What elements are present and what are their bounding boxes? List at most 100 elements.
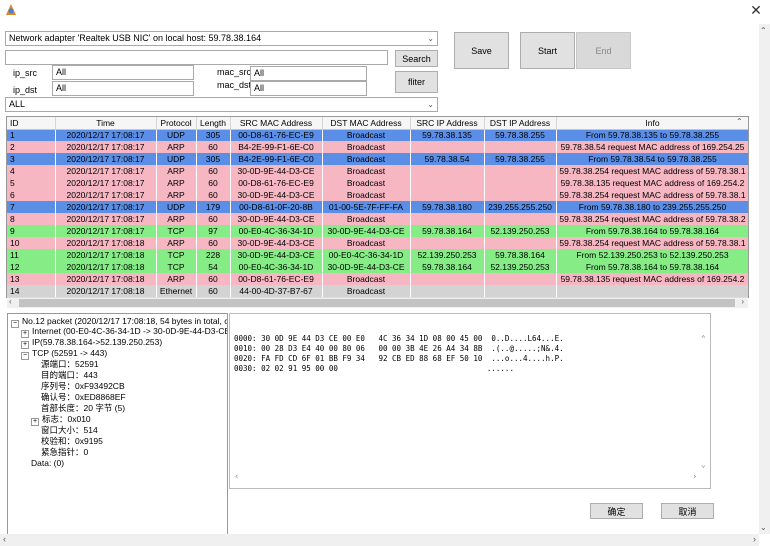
column-header[interactable]: Time: [55, 117, 157, 130]
scroll-left-icon[interactable]: ‹: [3, 534, 6, 544]
tree-window[interactable]: 窗口大小：514: [41, 425, 98, 435]
table-row[interactable]: 1 2020/12/17 17:08:17 UDP 305 00-D8-61-76-EC…: [7, 129, 748, 141]
column-header[interactable]: Info: [556, 117, 748, 130]
table-cell: 59.78.38.254 request MAC address of 59.7…: [556, 165, 748, 177]
table-cell: 228: [196, 249, 231, 261]
table-cell: 59.78.38.164: [410, 261, 485, 273]
column-header[interactable]: Length: [196, 117, 231, 130]
table-cell: 305: [196, 129, 231, 141]
table-cell: 2020/12/17 17:08:17: [55, 201, 157, 213]
ip-src-input[interactable]: All: [52, 65, 194, 80]
table-cell: [410, 273, 485, 285]
table-cell: 5: [7, 177, 56, 189]
window-horizontal-scrollbar[interactable]: ‹ ›: [0, 534, 759, 546]
table-cell: From 52.139.250.253 to 52.139.250.253: [556, 249, 748, 261]
table-row[interactable]: 9 2020/12/17 17:08:17 TCP 97 00-E0-4C-36-34-…: [7, 225, 748, 237]
scroll-right-icon[interactable]: ›: [753, 534, 756, 544]
adapter-select[interactable]: Network adapter 'Realtek USB NIC' on loc…: [5, 31, 438, 46]
hex-scroll-right-icon[interactable]: ›: [692, 472, 697, 482]
table-horizontal-scrollbar[interactable]: ‹ ›: [7, 297, 748, 308]
table-row[interactable]: 14 2020/12/17 17:08:18 Ethernet 60 44-00-4D-…: [7, 285, 748, 297]
table-cell: [484, 237, 557, 249]
table-scroll-up-icon[interactable]: ⌃: [736, 117, 743, 126]
table-cell: ARP: [156, 165, 197, 177]
table-row[interactable]: 10 2020/12/17 17:08:18 ARP 60 30-0D-9E-44-D3…: [7, 237, 748, 249]
table-row[interactable]: 8 2020/12/17 17:08:17 ARP 60 30-0D-9E-44-D3-…: [7, 213, 748, 225]
table-cell: 12: [7, 261, 56, 273]
table-cell: Broadcast: [322, 141, 411, 153]
collapse-icon[interactable]: −: [11, 320, 19, 328]
window-vertical-scrollbar[interactable]: ⌃ ⌄: [759, 24, 770, 534]
tree-data[interactable]: Data: (0): [31, 458, 64, 468]
tree-header-length[interactable]: 首部长度：20 字节 (5): [41, 403, 125, 413]
table-cell: 01-00-5E-7F-FF-FA: [322, 201, 411, 213]
table-row[interactable]: 5 2020/12/17 17:08:17 ARP 60 00-D8-61-76-EC-…: [7, 177, 748, 189]
collapse-icon[interactable]: −: [21, 352, 29, 360]
scroll-left-icon[interactable]: ‹: [9, 297, 12, 306]
tree-ack[interactable]: 确认号：0xED8868EF: [41, 392, 126, 402]
table-cell: ARP: [156, 177, 197, 189]
save-button[interactable]: Save: [454, 32, 509, 69]
tree-src-port[interactable]: 源端口：52591: [41, 359, 99, 369]
scroll-down-icon[interactable]: ⌄: [760, 523, 767, 532]
tree-urgent[interactable]: 紧急指针：0: [41, 447, 88, 457]
start-button[interactable]: Start: [520, 32, 575, 69]
table-cell: 2020/12/17 17:08:17: [55, 129, 157, 141]
table-row[interactable]: 2 2020/12/17 17:08:17 ARP 60 B4-2E-99-F1-6E-…: [7, 141, 748, 153]
scroll-up-icon[interactable]: ⌃: [760, 26, 767, 35]
table-cell: 59.78.38.180: [410, 201, 485, 213]
table-row[interactable]: 7 2020/12/17 17:08:17 UDP 179 00-D8-61-0F-20…: [7, 201, 748, 213]
table-cell: 30-0D-9E-44-D3-CE: [230, 213, 323, 225]
table-cell: 60: [196, 213, 231, 225]
tree-dst-port[interactable]: 目的端口：443: [41, 370, 98, 380]
column-header[interactable]: DST MAC Address: [322, 117, 411, 130]
column-header[interactable]: SRC MAC Address: [230, 117, 323, 130]
table-cell: From 59.78.38.180 to 239.255.255.250: [556, 201, 748, 213]
scrollbar-thumb[interactable]: [19, 299, 735, 307]
table-cell: 00-D8-61-76-EC-E9: [230, 177, 323, 189]
table-cell: [484, 213, 557, 225]
table-cell: 52.139.250.253: [484, 261, 557, 273]
mac-dst-input[interactable]: All: [250, 81, 367, 96]
hex-line: 0010: 00 28 D3 E4 40 00 80 06 00 00 3B 4…: [234, 344, 564, 353]
filter-button[interactable]: fliter: [395, 71, 438, 93]
table-cell: From 59.78.38.164 to 59.78.38.164: [556, 225, 748, 237]
expand-icon[interactable]: +: [31, 418, 39, 426]
column-header[interactable]: DST IP Address: [484, 117, 557, 130]
table-cell: 59.78.38.164: [484, 249, 557, 261]
ip-dst-input[interactable]: All: [52, 81, 194, 96]
table-cell: 9: [7, 225, 56, 237]
protocol-select[interactable]: ALL ⌄: [5, 97, 438, 112]
adapter-select-value: Network adapter 'Realtek USB NIC' on loc…: [9, 33, 262, 43]
search-button[interactable]: Search: [395, 50, 438, 67]
column-header[interactable]: ID: [7, 117, 56, 130]
column-header[interactable]: SRC IP Address: [410, 117, 485, 130]
table-cell: 2020/12/17 17:08:17: [55, 153, 157, 165]
mac-src-input[interactable]: All: [250, 66, 367, 81]
table-row[interactable]: 4 2020/12/17 17:08:17 ARP 60 30-0D-9E-44-D3-…: [7, 165, 748, 177]
column-header[interactable]: Protocol: [156, 117, 197, 130]
tree-seq[interactable]: 序列号：0xF93492CB: [41, 381, 125, 391]
hex-scroll-left-icon[interactable]: ‹: [234, 472, 239, 482]
table-row[interactable]: 12 2020/12/17 17:08:18 TCP 54 00-E0-4C-36-34…: [7, 261, 748, 273]
table-row[interactable]: 3 2020/12/17 17:08:17 UDP 305 B4-2E-99-F1-6E…: [7, 153, 748, 165]
table-row[interactable]: 13 2020/12/17 17:08:18 ARP 60 00-D8-61-76-EC…: [7, 273, 748, 285]
close-icon[interactable]: ✕: [749, 3, 763, 17]
scroll-right-icon[interactable]: ›: [741, 297, 744, 306]
table-cell: [410, 189, 485, 201]
end-button[interactable]: End: [576, 32, 631, 69]
chevron-down-icon: ⌄: [427, 34, 434, 43]
ok-button[interactable]: 确定: [590, 503, 643, 519]
table-cell: ARP: [156, 189, 197, 201]
table-row[interactable]: 6 2020/12/17 17:08:17 ARP 60 30-0D-9E-44-D3-…: [7, 189, 748, 201]
tree-checksum[interactable]: 校验和：0x9195: [41, 436, 103, 446]
table-cell: 52.139.250.253: [410, 249, 485, 261]
hex-scroll-up-icon[interactable]: ⌃: [701, 334, 706, 343]
table-row[interactable]: 11 2020/12/17 17:08:18 TCP 228 30-0D-9E-44-D…: [7, 249, 748, 261]
hex-scroll-down-icon[interactable]: ⌄: [701, 460, 706, 469]
cancel-button[interactable]: 取消: [661, 503, 714, 519]
table-cell: 59.78.38.135 request MAC address of 169.…: [556, 273, 748, 285]
table-cell: [410, 285, 485, 297]
search-input[interactable]: [5, 50, 388, 65]
table-cell: [484, 273, 557, 285]
